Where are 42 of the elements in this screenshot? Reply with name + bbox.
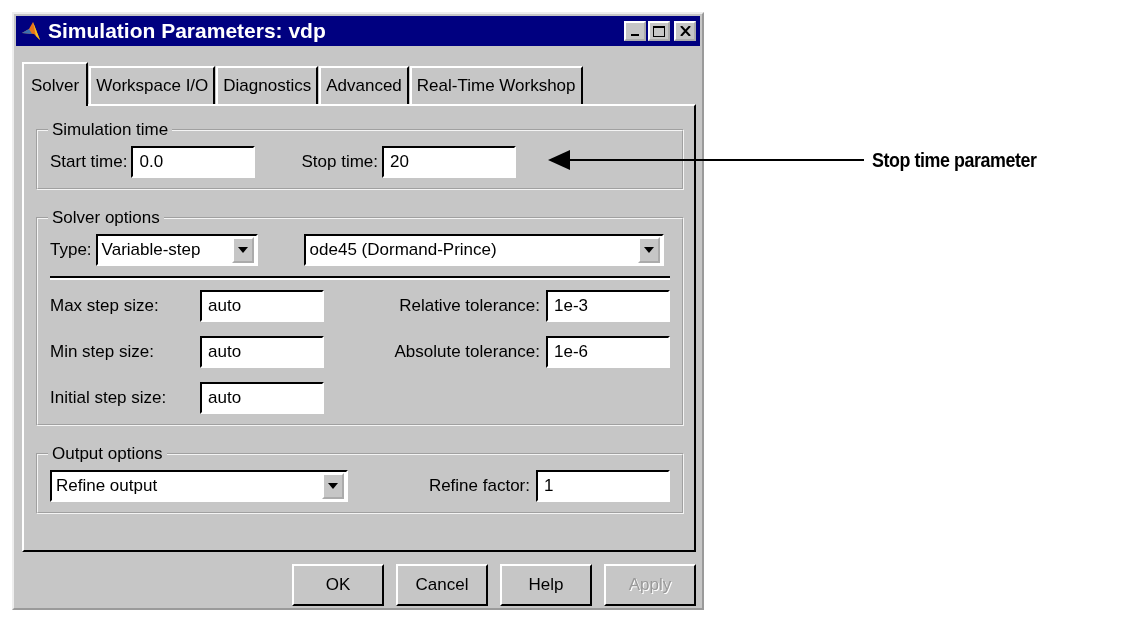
- group-title: Simulation time: [51, 120, 170, 140]
- field-label: Type:: [50, 240, 92, 260]
- tab[interactable]: Real-Time Workshop: [409, 66, 583, 104]
- dropdown[interactable]: Variable-step: [95, 234, 258, 266]
- field-label: Min step size:: [50, 342, 155, 362]
- dialog-button[interactable]: OK: [292, 564, 384, 606]
- annotation-label: Stop time parameter: [872, 148, 1037, 172]
- close-icon: [679, 26, 691, 36]
- dropdown-arrow-icon: [643, 247, 654, 253]
- tab[interactable]: Diagnostics: [216, 66, 319, 104]
- minimize-icon: [631, 34, 639, 36]
- window-title: Simulation Parameters: vdp: [48, 19, 327, 43]
- dropdown[interactable]: Refine output: [50, 470, 348, 502]
- text-field[interactable]: 0.0: [131, 146, 256, 178]
- text-field[interactable]: 1e-6: [546, 336, 670, 368]
- field-label: Max step size:: [50, 296, 160, 316]
- maximize-button[interactable]: [648, 21, 670, 41]
- field-label: Refine factor:: [428, 476, 530, 496]
- close-button[interactable]: [674, 21, 696, 41]
- minimize-button[interactable]: [624, 21, 646, 41]
- tab[interactable]: Workspace I/O: [89, 66, 216, 104]
- text-field[interactable]: 1e-3: [546, 290, 670, 322]
- text-field[interactable]: auto: [200, 336, 324, 368]
- text-field[interactable]: 20: [382, 146, 516, 178]
- dropdown[interactable]: ode45 (Dormand-Prince): [303, 234, 664, 266]
- field-label: Relative tolerance:: [399, 296, 540, 316]
- dialog-button[interactable]: Help: [500, 564, 592, 606]
- group-title: Solver options: [51, 208, 161, 228]
- tab[interactable]: Advanced: [319, 66, 409, 104]
- dropdown-arrow-icon: [328, 483, 338, 489]
- field-label: Start time:: [50, 152, 128, 172]
- field-label: Stop time:: [301, 152, 378, 172]
- dropdown-arrow-icon: [237, 247, 248, 253]
- dialog-button[interactable]: Cancel: [396, 564, 488, 606]
- tab[interactable]: Solver: [22, 62, 89, 106]
- field-label: Initial step size:: [50, 388, 168, 408]
- text-field[interactable]: auto: [200, 290, 324, 322]
- text-field[interactable]: 1: [536, 470, 670, 502]
- maximize-icon: [653, 25, 665, 37]
- field-label: Absolute tolerance:: [394, 342, 540, 362]
- group-title: Output options: [51, 444, 164, 464]
- text-field[interactable]: auto: [200, 382, 324, 414]
